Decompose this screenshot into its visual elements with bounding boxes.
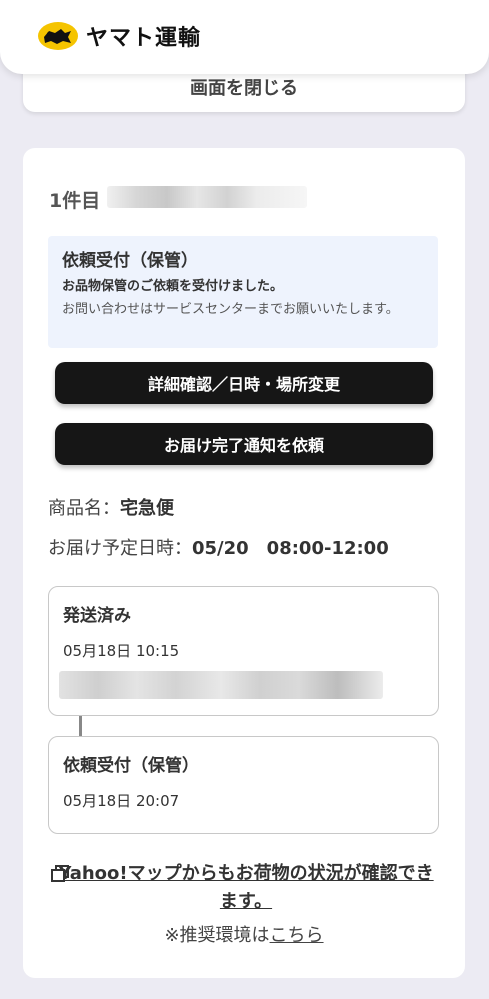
note-prefix: ※推奨環境は	[164, 925, 270, 946]
delivery-date-label: お届け予定日時：	[48, 538, 192, 559]
delivery-date-row: お届け予定日時：05/20 08:00-12:00	[48, 534, 389, 560]
close-screen-label: 画面を閉じる	[190, 78, 298, 99]
timeline-connector	[79, 716, 82, 736]
redacted-location	[59, 671, 383, 699]
logo-text: ヤマト運輸	[86, 26, 202, 51]
shipment-card: 1件目 依頼受付（保管） お品物保管のご依頼を受付けました。 お問い合わせはサー…	[23, 148, 465, 978]
detail-change-button[interactable]: 詳細確認／日時・場所変更	[55, 362, 433, 404]
item-title: 1件目	[49, 190, 101, 212]
product-name-row: 商品名：宅急便	[48, 494, 174, 520]
product-name-label: 商品名：	[48, 498, 120, 519]
app-header: ヤマト運輸	[0, 0, 489, 74]
status-contact: お問い合わせはサービスセンターまでお願いいたします。	[62, 302, 399, 317]
recommended-env-link[interactable]: こちら	[270, 925, 324, 946]
delivery-date-value: 05/20 08:00-12:00	[192, 538, 389, 559]
tracking-status: 発送済み	[63, 606, 131, 626]
external-link-icon	[51, 864, 69, 892]
tracking-entry: 発送済み 05月18日 10:15	[48, 586, 439, 716]
product-name-value: 宅急便	[120, 498, 174, 519]
tracking-date: 05月18日 20:07	[63, 792, 180, 810]
yahoo-map-link[interactable]: Yahoo!マップからもお荷物の状況が確認できます。	[58, 863, 433, 912]
status-box: 依頼受付（保管） お品物保管のご依頼を受付けました。 お問い合わせはサービスセン…	[48, 236, 438, 348]
status-message: お品物保管のご依頼を受付けました。	[62, 279, 284, 294]
tracking-entry: 依頼受付（保管） 05月18日 20:07	[48, 736, 439, 834]
redacted-tracking-number	[107, 186, 307, 208]
yahoo-map-section: Yahoo!マップからもお荷物の状況が確認できます。	[51, 860, 441, 916]
tracking-date: 05月18日 10:15	[63, 642, 180, 660]
delivery-notify-button[interactable]: お届け完了通知を依頼	[55, 423, 433, 465]
yamato-logo[interactable]: ヤマト運輸	[38, 20, 201, 52]
black-cat-icon	[38, 22, 78, 50]
tracking-status: 依頼受付（保管）	[63, 756, 199, 776]
recommended-env-note: ※推奨環境はこちら	[23, 921, 465, 947]
status-title: 依頼受付（保管）	[62, 251, 198, 271]
